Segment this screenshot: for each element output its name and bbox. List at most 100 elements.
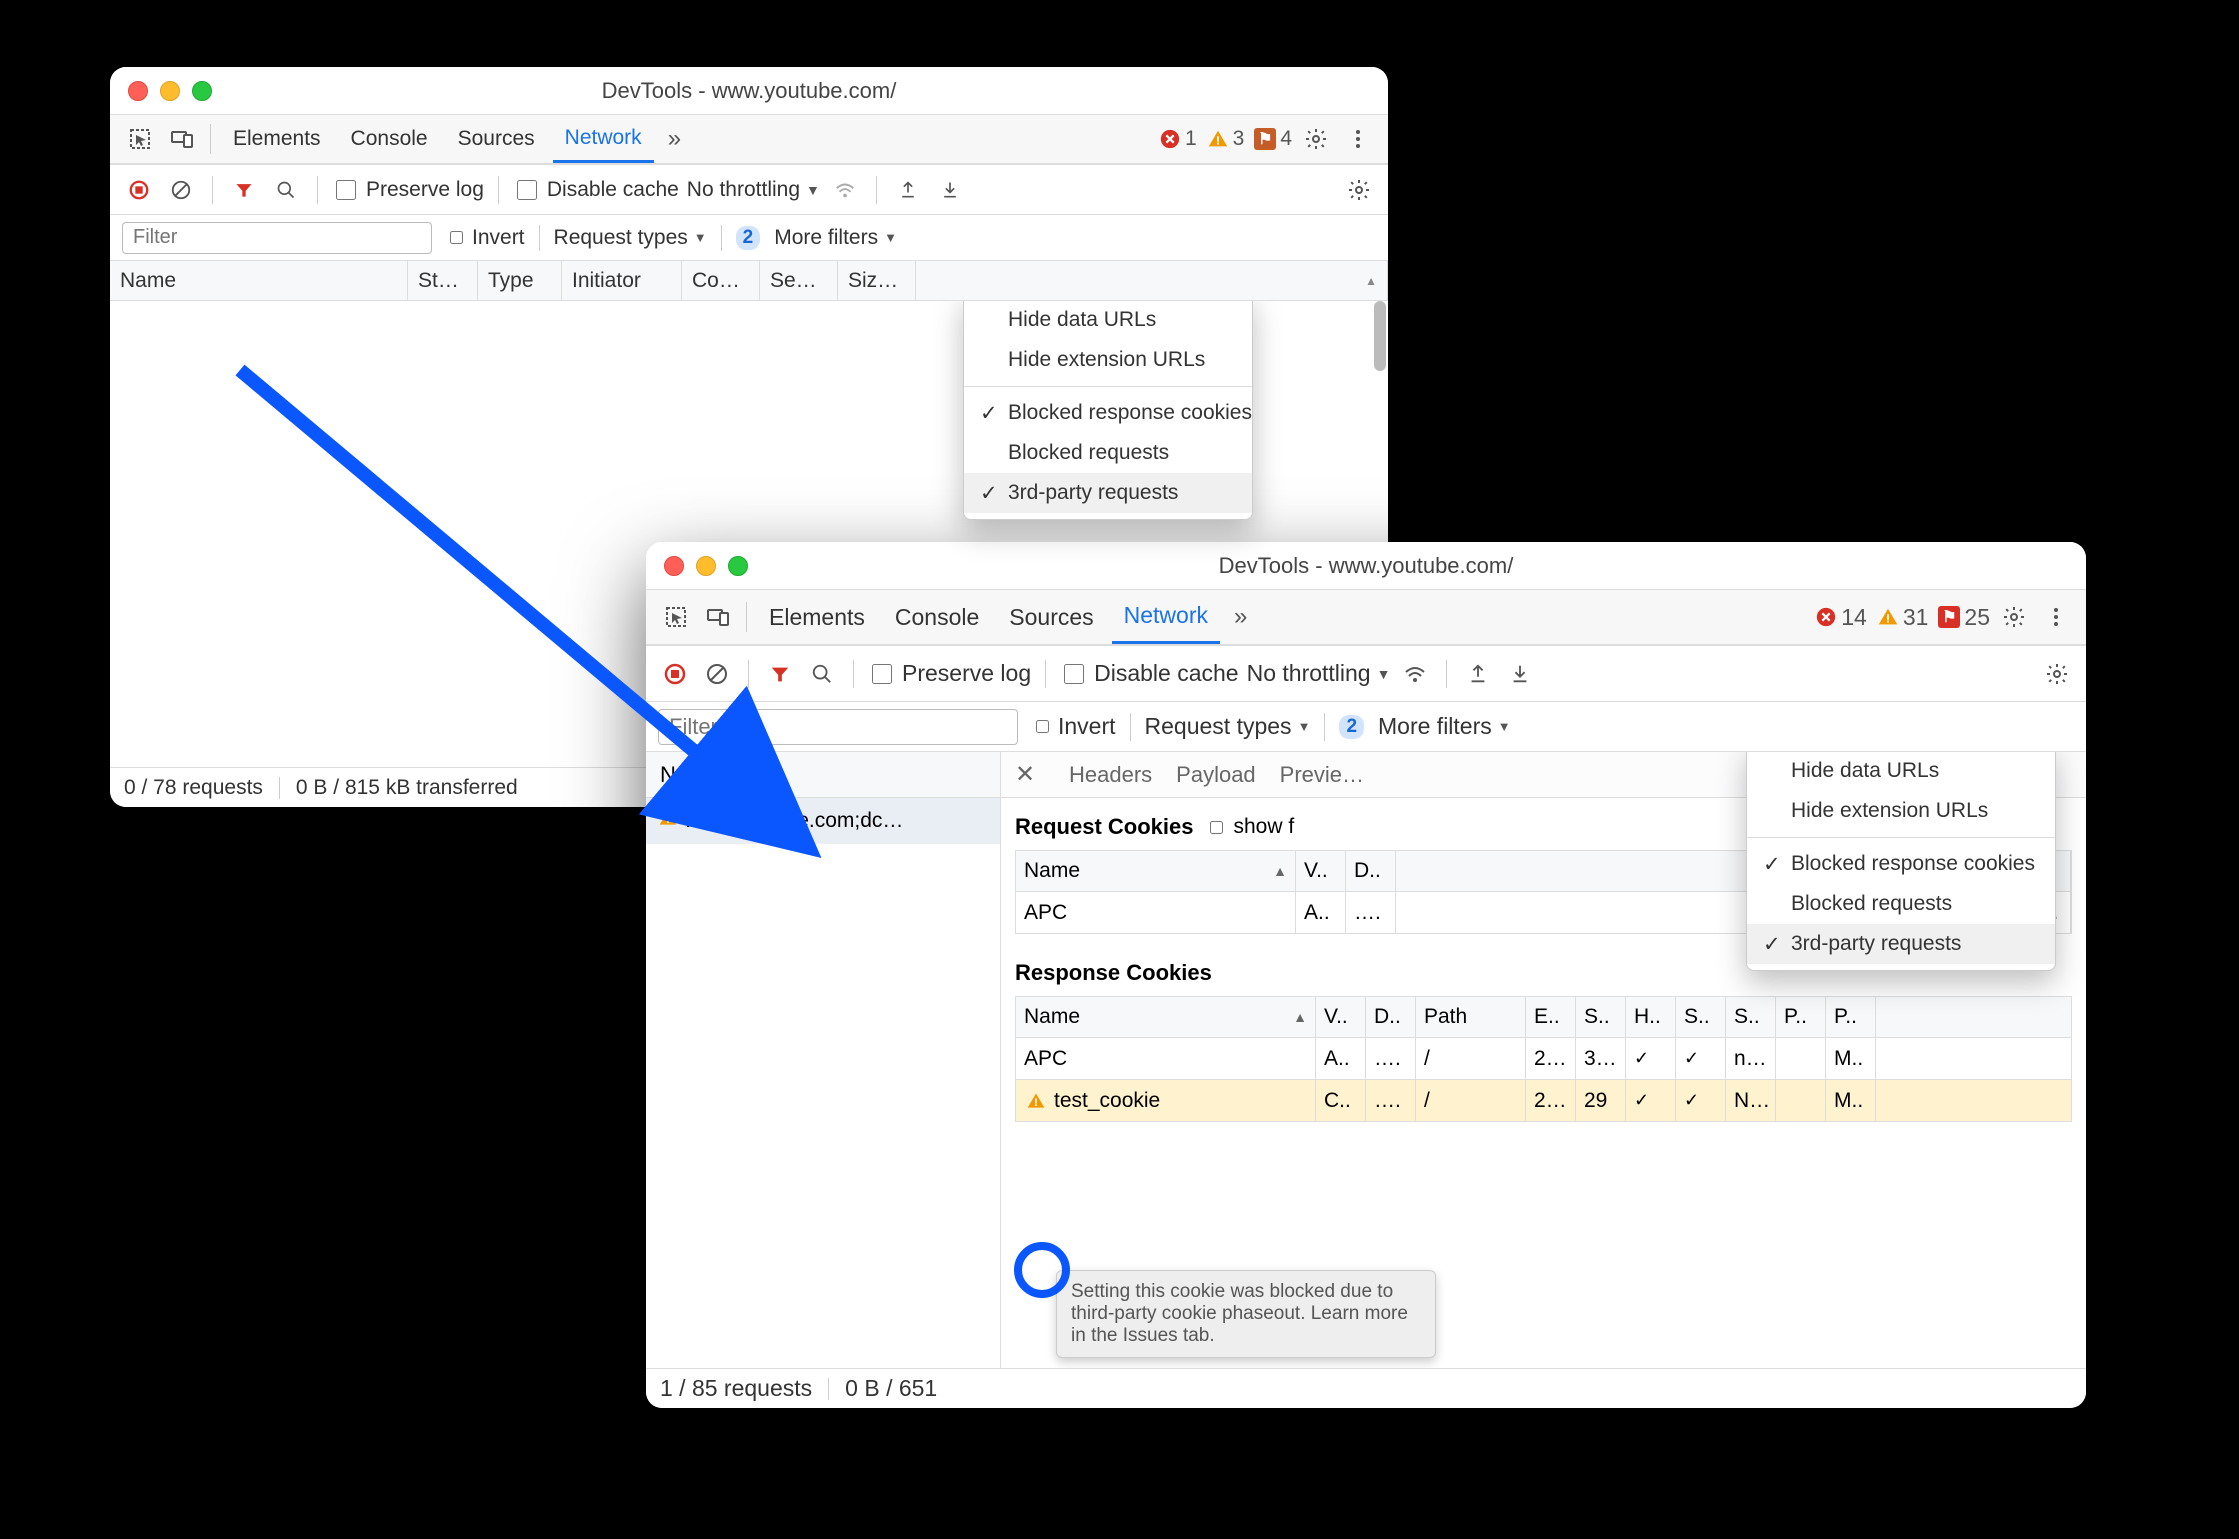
menu2-blocked-requests[interactable]: Blocked requests: [1747, 884, 2055, 924]
resp-col-name[interactable]: Name: [1024, 1005, 1080, 1029]
more-tabs-icon[interactable]: »: [660, 125, 689, 153]
zoom-window-button[interactable]: [192, 81, 212, 101]
col-co[interactable]: Co…: [682, 261, 760, 300]
cookie-col-d[interactable]: D..: [1346, 851, 1396, 891]
close-window-button-2[interactable]: [664, 556, 684, 576]
resp-col-e[interactable]: E..: [1526, 997, 1576, 1037]
inspect-icon[interactable]: [122, 121, 158, 157]
download-icon-2[interactable]: [1503, 657, 1537, 691]
search-icon-2[interactable]: [805, 657, 839, 691]
preserve-log-checkbox-2[interactable]: Preserve log: [868, 660, 1031, 687]
col-type[interactable]: Type: [478, 261, 562, 300]
menu-hide-data-urls[interactable]: Hide data URLs: [964, 301, 1252, 340]
request-row[interactable]: www.youtube.com;dc…: [646, 798, 1000, 844]
filter-input-2[interactable]: [658, 709, 1018, 745]
tab-sources[interactable]: Sources: [446, 115, 547, 163]
menu-hide-ext-urls[interactable]: Hide extension URLs: [964, 340, 1252, 380]
upload-icon-2[interactable]: [1461, 657, 1495, 691]
detail-tab-preview[interactable]: Previe…: [1280, 762, 1364, 788]
scrollbar[interactable]: [1374, 301, 1386, 371]
close-detail-icon[interactable]: ✕: [1015, 760, 1045, 789]
filter-icon[interactable]: [227, 173, 261, 207]
request-name: www.youtube.com;dc…: [684, 809, 903, 833]
tab-elements[interactable]: Elements: [221, 115, 333, 163]
invert-checkbox-2[interactable]: Invert: [1032, 713, 1116, 740]
cookie-col-name[interactable]: Name: [1024, 859, 1080, 883]
filter-icon-2[interactable]: [763, 657, 797, 691]
filter-input[interactable]: [122, 222, 432, 254]
menu2-blocked-response-cookies[interactable]: Blocked response cookies: [1747, 844, 2055, 884]
minimize-window-button[interactable]: [160, 81, 180, 101]
resp-col-d[interactable]: D..: [1366, 997, 1416, 1037]
col-waterfall[interactable]: ▲: [916, 261, 1388, 300]
col-status[interactable]: St…: [408, 261, 478, 300]
network-conditions-icon[interactable]: [828, 173, 862, 207]
resp-col-v[interactable]: V..: [1316, 997, 1366, 1037]
disable-cache-checkbox[interactable]: Disable cache: [513, 177, 679, 203]
menu2-hide-data-urls[interactable]: Hide data URLs: [1747, 752, 2055, 791]
col-se[interactable]: Se…: [760, 261, 838, 300]
tab-network-2[interactable]: Network: [1112, 590, 1220, 644]
request-types-dropdown[interactable]: Request types ▼: [554, 226, 707, 250]
tab-sources-2[interactable]: Sources: [997, 590, 1105, 644]
download-icon[interactable]: [933, 173, 967, 207]
kebab-menu-icon-2[interactable]: [2038, 599, 2074, 635]
clear-button-2[interactable]: [700, 657, 734, 691]
resp-col-part[interactable]: P..: [1826, 997, 1876, 1037]
detail-tab-headers[interactable]: Headers: [1069, 762, 1152, 788]
network-conditions-icon-2[interactable]: [1398, 657, 1432, 691]
tab-network[interactable]: Network: [553, 115, 654, 163]
resp-col-h[interactable]: H..: [1626, 997, 1676, 1037]
more-tabs-icon-2[interactable]: »: [1226, 603, 1255, 631]
throttling-select-2[interactable]: No throttling▼: [1247, 660, 1391, 687]
resp-col-s3[interactable]: S..: [1726, 997, 1776, 1037]
zoom-window-button-2[interactable]: [728, 556, 748, 576]
kebab-menu-icon[interactable]: [1340, 121, 1376, 157]
resp-col-path[interactable]: Path: [1416, 997, 1526, 1037]
request-list-header[interactable]: Name: [646, 752, 1000, 798]
tab-console-2[interactable]: Console: [883, 590, 991, 644]
throttling-select[interactable]: No throttling▼: [687, 178, 820, 202]
settings-icon-2[interactable]: [1996, 599, 2032, 635]
show-filtered-checkbox[interactable]: show f: [1206, 815, 1295, 839]
traffic-lights: [128, 81, 212, 101]
device-icon[interactable]: [164, 121, 200, 157]
close-window-button[interactable]: [128, 81, 148, 101]
upload-icon[interactable]: [891, 173, 925, 207]
menu-blocked-response-cookies[interactable]: Blocked response cookies: [964, 393, 1252, 433]
cookie-col-v[interactable]: V..: [1296, 851, 1346, 891]
resp-col-s2[interactable]: S..: [1676, 997, 1726, 1037]
menu2-hide-ext-urls[interactable]: Hide extension URLs: [1747, 791, 2055, 831]
network-settings-icon[interactable]: [1342, 173, 1376, 207]
more-filters-dropdown-2[interactable]: More filters ▼: [1378, 713, 1511, 740]
clear-button[interactable]: [164, 173, 198, 207]
network-settings-icon-2[interactable]: [2040, 657, 2074, 691]
search-icon[interactable]: [269, 173, 303, 207]
col-initiator[interactable]: Initiator: [562, 261, 682, 300]
issue-counts[interactable]: 1 3 ⚑4: [1159, 127, 1292, 151]
col-siz[interactable]: Siz…: [838, 261, 916, 300]
resp-cookie-row-1[interactable]: test_cookie C.. …. / 2… 29 ✓ ✓ N… M..: [1015, 1080, 2072, 1122]
preserve-log-checkbox[interactable]: Preserve log: [332, 177, 484, 203]
col-name[interactable]: Name: [110, 261, 408, 300]
resp-col-pri[interactable]: P..: [1776, 997, 1826, 1037]
minimize-window-button-2[interactable]: [696, 556, 716, 576]
menu-3rd-party-requests[interactable]: 3rd-party requests: [964, 473, 1252, 513]
more-filters-dropdown[interactable]: More filters ▼: [774, 226, 897, 250]
invert-checkbox[interactable]: Invert: [446, 226, 525, 250]
settings-icon[interactable]: [1298, 121, 1334, 157]
record-button-2[interactable]: [658, 657, 692, 691]
record-button[interactable]: [122, 173, 156, 207]
inspect-icon-2[interactable]: [658, 599, 694, 635]
device-icon-2[interactable]: [700, 599, 736, 635]
resp-col-s[interactable]: S..: [1576, 997, 1626, 1037]
issue-counts-2[interactable]: 14 31 ⚑25: [1815, 604, 1990, 631]
tab-console[interactable]: Console: [339, 115, 440, 163]
disable-cache-checkbox-2[interactable]: Disable cache: [1060, 660, 1238, 687]
request-types-dropdown-2[interactable]: Request types ▼: [1145, 713, 1311, 740]
resp-cookie-row-0[interactable]: APC A.. …. / 2… 3… ✓ ✓ n… M..: [1015, 1038, 2072, 1080]
menu-blocked-requests[interactable]: Blocked requests: [964, 433, 1252, 473]
detail-tab-payload[interactable]: Payload: [1176, 762, 1256, 788]
tab-elements-2[interactable]: Elements: [757, 590, 877, 644]
menu2-3rd-party-requests[interactable]: 3rd-party requests: [1747, 924, 2055, 964]
